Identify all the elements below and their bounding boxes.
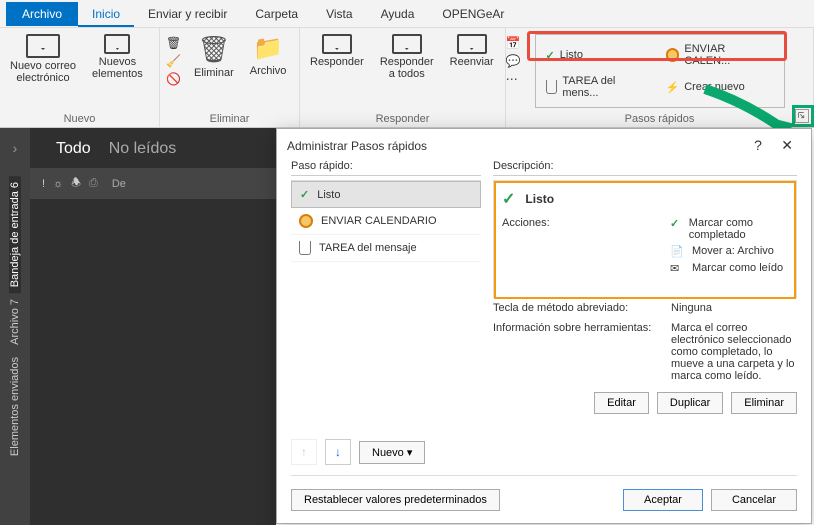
sidebar-tab-2[interactable]: Elementos enviados — [9, 351, 21, 462]
sidebar-tab-1[interactable]: Archivo 7 — [9, 293, 21, 351]
quickstep-row-2[interactable]: TAREA del mensaje — [291, 235, 481, 262]
annotation-green-box — [792, 105, 814, 127]
dialog-title-text: Administrar Pasos rápidos — [287, 139, 427, 153]
label: Reenviar — [450, 56, 494, 68]
clipboard-icon — [546, 80, 558, 94]
duplicate-button[interactable]: Duplicar — [657, 392, 723, 414]
action-row-1: 📄Mover a: Archivo — [670, 245, 788, 258]
menu-opengear[interactable]: OPENGeAr — [428, 1, 518, 27]
archive-icon: 📁 — [253, 34, 283, 63]
clock-icon — [666, 48, 680, 62]
new-mail-button[interactable]: Nuevo correo electrónico — [6, 32, 80, 86]
junk-icon[interactable]: 🚫 — [166, 72, 182, 88]
reply-button[interactable]: Responder — [306, 32, 368, 70]
quicksteps-gallery[interactable]: ✓ Listo ENVIAR CALEN... TAREA del mens..… — [535, 34, 785, 108]
stack-icon — [104, 34, 130, 54]
label: Listo — [560, 49, 583, 61]
forward-icon — [457, 34, 487, 54]
label: Responder — [310, 56, 364, 68]
tooltip-value: Marca el correo electrónico seleccionado… — [671, 322, 797, 382]
menu-bar: ArchivoInicioEnviar y recibirCarpetaVist… — [0, 0, 814, 28]
reply-all-icon — [392, 34, 422, 54]
group-label: Nuevo — [6, 111, 153, 125]
envelope-icon — [26, 34, 60, 58]
reminder-icon[interactable]: 🕭 — [71, 174, 81, 193]
mail-filter-tabs: Todo No leídos — [30, 128, 276, 168]
desc-title: Listo — [525, 192, 554, 206]
trash-icon: 🗑 — [197, 34, 230, 65]
new-items-button[interactable]: Nuevos elementos — [88, 32, 147, 82]
reply-all-button[interactable]: Responder a todos — [376, 32, 438, 82]
close-button[interactable]: ✕ — [773, 133, 801, 157]
action-row-0: ✓Marcar como completado — [670, 217, 788, 241]
reply-icon — [322, 34, 352, 54]
ignore-icon[interactable]: 🗑 — [166, 36, 182, 52]
quickstep-list: ✓ListoENVIAR CALENDARIOTAREA del mensaje — [291, 180, 481, 262]
ribbon: Nuevo correo electrónico Nuevos elemento… — [0, 28, 814, 128]
mini-actions: 🗑 🧹 🚫 — [166, 32, 182, 88]
filter-all[interactable]: Todo — [56, 140, 91, 158]
mail-list-pane: Todo No leídos ! ☼ 🕭 ⎙ De — [30, 128, 276, 525]
delete-step-button[interactable]: Eliminar — [731, 392, 797, 414]
ok-button[interactable]: Aceptar — [623, 489, 703, 511]
label: Eliminar — [194, 67, 234, 79]
move-down-button[interactable]: ↓ — [325, 439, 351, 465]
sun-icon[interactable]: ☼ — [53, 178, 63, 190]
quickstep-tarea[interactable]: TAREA del mens... — [540, 71, 660, 103]
menu-carpeta[interactable]: Carpeta — [241, 1, 312, 27]
menu-inicio[interactable]: Inicio — [78, 1, 134, 27]
action-row-2: ✉Marcar como leído — [670, 262, 788, 275]
quickstep-row-1[interactable]: ENVIAR CALENDARIO — [291, 208, 481, 235]
right-panel-label: Descripción: — [493, 160, 797, 176]
dialog-titlebar: Administrar Pasos rápidos ? ✕ — [277, 129, 811, 160]
filter-unread[interactable]: No leídos — [109, 140, 177, 158]
delete-button[interactable]: 🗑 Eliminar — [190, 32, 238, 81]
sidebar-tab-0[interactable]: Bandeja de entrada 6 — [9, 176, 21, 293]
description-box: ✓ Listo Acciones: ✓Marcar como completad… — [493, 180, 797, 298]
quickstep-row-0[interactable]: ✓Listo — [291, 181, 481, 208]
new-step-button[interactable]: Nuevo ▾ — [359, 441, 425, 464]
label: Crear nuevo — [684, 81, 745, 93]
left-panel-label: Paso rápido: — [291, 160, 481, 176]
check-icon: ✓ — [546, 49, 555, 62]
bolt-icon: ⚡ — [666, 81, 680, 94]
expand-icon[interactable]: › — [13, 140, 18, 156]
manage-quicksteps-dialog: Administrar Pasos rápidos ? ✕ Paso rápid… — [276, 128, 812, 524]
label: Nuevo correo electrónico — [10, 60, 76, 84]
menu-enviar-y-recibir[interactable]: Enviar y recibir — [134, 1, 241, 27]
quickstep-listo[interactable]: ✓ Listo — [540, 39, 660, 71]
actions-label: Acciones: — [502, 217, 670, 279]
label: Nuevos elementos — [92, 56, 143, 80]
label: ENVIAR CALEN... — [684, 43, 773, 67]
menu-vista[interactable]: Vista — [312, 1, 366, 27]
archive-button[interactable]: 📁 Archivo — [246, 32, 291, 79]
from-label[interactable]: De — [112, 178, 126, 190]
group-label: Responder — [306, 111, 499, 125]
edit-button[interactable]: Editar — [594, 392, 649, 414]
cancel-button[interactable]: Cancelar — [711, 489, 797, 511]
menu-ayuda[interactable]: Ayuda — [367, 1, 429, 27]
help-button[interactable]: ? — [746, 133, 770, 157]
tooltip-label: Información sobre herramientas: — [493, 322, 671, 382]
attachment-icon[interactable]: ⎙ — [89, 177, 98, 190]
label: TAREA del mens... — [562, 75, 653, 99]
folder-sidebar: › Bandeja de entrada 6Archivo 7Elementos… — [0, 128, 30, 525]
quickstep-enviar-calendario[interactable]: ENVIAR CALEN... — [660, 39, 780, 71]
group-label: Pasos rápidos — [512, 111, 807, 125]
forward-button[interactable]: Reenviar — [446, 32, 498, 70]
cleanup-icon[interactable]: 🧹 — [166, 54, 182, 70]
blue-accent-bar — [30, 128, 48, 525]
quickstep-crear-nuevo[interactable]: ⚡ Crear nuevo — [660, 71, 780, 103]
group-label: Eliminar — [166, 111, 293, 125]
reset-defaults-button[interactable]: Restablecer valores predeterminados — [291, 489, 500, 511]
menu-archivo[interactable]: Archivo — [6, 2, 78, 26]
mail-list-header: ! ☼ 🕭 ⎙ De — [30, 168, 276, 199]
shortcut-label: Tecla de método abreviado: — [493, 302, 671, 314]
label: Archivo — [250, 65, 287, 77]
check-icon: ✓ — [502, 189, 515, 209]
label: Responder a todos — [380, 56, 434, 80]
move-up-button[interactable]: ↑ — [291, 439, 317, 465]
shortcut-value: Ninguna — [671, 302, 797, 314]
